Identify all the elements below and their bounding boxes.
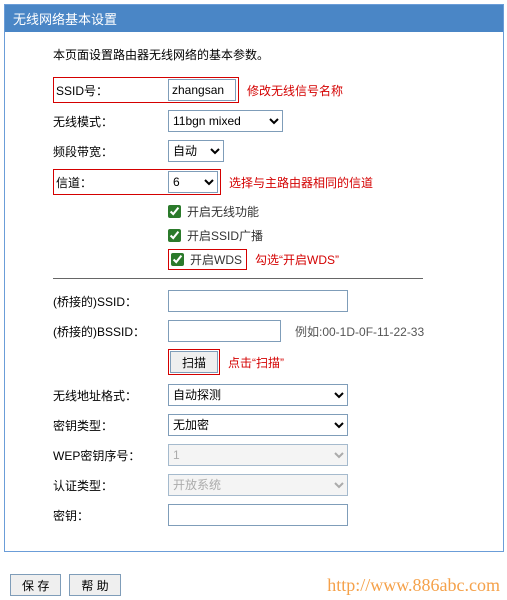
channel-select[interactable]: 6 — [168, 171, 218, 193]
wireless-checkbox-label: 开启无线功能 — [187, 203, 259, 220]
row-ssid: SSID号： 修改无线信号名称 — [53, 77, 473, 103]
panel-body: 本页面设置路由器无线网络的基本参数。 SSID号： 修改无线信号名称 无线模式：… — [5, 32, 503, 551]
panel-title: 无线网络基本设置 — [5, 5, 503, 32]
divider — [53, 278, 423, 279]
row-bridge-ssid: (桥接的)SSID： — [53, 289, 473, 313]
wds-checkbox-label: 开启WDS — [190, 251, 242, 268]
addr-format-select[interactable]: 自动探测 — [168, 384, 348, 406]
channel-label: 信道： — [56, 174, 168, 191]
panel-description: 本页面设置路由器无线网络的基本参数。 — [53, 46, 473, 63]
bandwidth-select[interactable]: 自动 — [168, 140, 224, 162]
bridge-bssid-label: (桥接的)BSSID： — [53, 323, 168, 340]
wds-annotation: 勾选“开启WDS” — [255, 251, 339, 268]
wireless-checkbox[interactable] — [168, 205, 181, 218]
row-auth-type: 认证类型： 开放系统 — [53, 473, 473, 497]
scan-annotation: 点击“扫描” — [228, 354, 284, 371]
bridge-ssid-label: (桥接的)SSID： — [53, 293, 168, 310]
row-bridge-bssid: (桥接的)BSSID： 例如:00-1D-0F-11-22-33 — [53, 319, 473, 343]
wds-checkbox[interactable] — [171, 253, 184, 266]
row-scan: 扫描 点击“扫描” — [168, 349, 473, 375]
ssid-broadcast-checkbox-label: 开启SSID广播 — [187, 227, 263, 244]
row-wep-index: WEP密钥序号： 1 — [53, 443, 473, 467]
auth-type-label: 认证类型： — [53, 477, 168, 494]
ssid-broadcast-checkbox[interactable] — [168, 229, 181, 242]
key-type-select[interactable]: 无加密 — [168, 414, 348, 436]
ssid-label: SSID号： — [56, 82, 168, 99]
row-channel: 信道： 6 选择与主路由器相同的信道 — [53, 169, 473, 195]
ssid-input[interactable] — [168, 79, 236, 101]
bandwidth-label: 频段带宽： — [53, 143, 168, 160]
watermark-text: http://www.886abc.com — [327, 575, 502, 596]
addr-format-label: 无线地址格式： — [53, 387, 168, 404]
row-addr-format: 无线地址格式： 自动探测 — [53, 383, 473, 407]
bridge-ssid-input[interactable] — [168, 290, 348, 312]
row-enable-wireless: 开启无线功能 — [168, 201, 473, 221]
row-key: 密钥： — [53, 503, 473, 527]
row-mode: 无线模式： 11bgn mixed — [53, 109, 473, 133]
key-label: 密钥： — [53, 507, 168, 524]
row-ssid-broadcast: 开启SSID广播 — [168, 225, 473, 245]
save-button[interactable]: 保 存 — [10, 574, 61, 596]
key-type-label: 密钥类型： — [53, 417, 168, 434]
mode-label: 无线模式： — [53, 113, 168, 130]
bottom-bar: 保 存 帮 助 http://www.886abc.com — [4, 574, 502, 596]
scan-button[interactable]: 扫描 — [170, 351, 218, 373]
help-button[interactable]: 帮 助 — [69, 574, 120, 596]
auth-type-select: 开放系统 — [168, 474, 348, 496]
row-wds: 开启WDS 勾选“开启WDS” — [168, 249, 473, 270]
mode-select[interactable]: 11bgn mixed — [168, 110, 283, 132]
bridge-bssid-input[interactable] — [168, 320, 281, 342]
channel-annotation: 选择与主路由器相同的信道 — [229, 174, 373, 191]
wep-index-select: 1 — [168, 444, 348, 466]
ssid-annotation: 修改无线信号名称 — [247, 82, 343, 99]
row-bandwidth: 频段带宽： 自动 — [53, 139, 473, 163]
settings-panel: 无线网络基本设置 本页面设置路由器无线网络的基本参数。 SSID号： 修改无线信… — [4, 4, 504, 552]
wep-index-label: WEP密钥序号： — [53, 447, 168, 464]
key-input[interactable] — [168, 504, 348, 526]
bridge-bssid-hint: 例如:00-1D-0F-11-22-33 — [295, 323, 424, 340]
row-key-type: 密钥类型： 无加密 — [53, 413, 473, 437]
